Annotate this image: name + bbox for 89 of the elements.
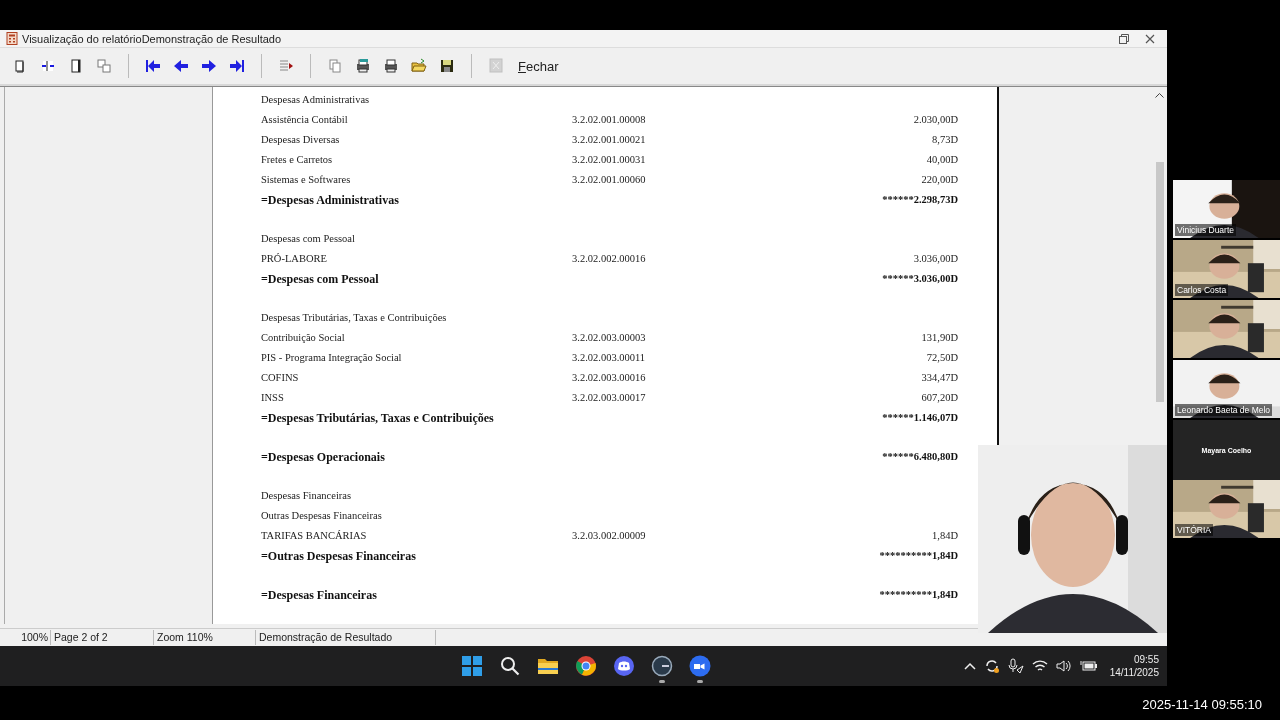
account-name: PRÓ-LABORE: [261, 252, 328, 266]
speaker-icon: [1055, 659, 1072, 673]
account-name: INSS: [261, 391, 285, 405]
account-code: 3.2.02.002.00016: [572, 252, 647, 266]
group-total-label: =Despesas Operacionais: [261, 449, 386, 466]
first-page-icon: [145, 58, 161, 74]
zoom-percent: 100%: [0, 630, 51, 645]
account-name: Assistência Contábil: [261, 113, 349, 127]
account-code: 3.2.02.003.00017: [572, 391, 647, 405]
account-name: Despesas Diversas: [261, 133, 341, 147]
fit-width-icon: [40, 58, 56, 74]
folder-icon: [411, 58, 427, 74]
account-value: 3.036,00D: [912, 252, 958, 266]
account-value: 131,90D: [920, 331, 958, 345]
go-to-icon: [278, 58, 294, 74]
running-indicator: [697, 680, 703, 683]
recording-timestamp: 2025-11-14 09:55:10: [1142, 697, 1263, 714]
total-value: ******1.146,07D: [881, 411, 958, 425]
printer-icon: [383, 58, 399, 74]
clock-date: 14/11/2025: [1109, 666, 1159, 679]
account-value: 220,00D: [920, 173, 958, 187]
account-value: 40,00D: [925, 153, 958, 167]
window-title: Visualização do relatórioDemonstração de Resultado: [22, 32, 282, 45]
full-page-icon: [68, 58, 84, 74]
account-name: Sistemas e Softwares: [261, 173, 352, 187]
calculator-icon: [6, 32, 18, 45]
account-code: 3.2.02.003.00003: [572, 331, 647, 345]
total-value: ******3.036,00D: [881, 272, 958, 286]
group-heading: Despesas com Pessoal: [261, 232, 356, 246]
group-total-label: =Despesas Administrativas: [261, 192, 400, 209]
printer-setup-icon: [355, 58, 371, 74]
account-code: 3.2.02.001.00031: [572, 153, 647, 167]
account-value: 1,84D: [931, 529, 958, 543]
running-indicator: [659, 680, 665, 683]
zoom-level: Zoom 110%: [154, 630, 256, 645]
video-camera-icon: [688, 654, 712, 678]
group-total-label: =Outras Despesas Financeiras: [261, 548, 417, 565]
previous-page-icon: [173, 58, 189, 74]
account-name: Contribuição Social: [261, 331, 346, 345]
account-name: COFINS: [261, 371, 300, 385]
account-name: PIS - Programa Integração Social: [261, 351, 403, 365]
total-value: ******6.480,80D: [881, 450, 958, 464]
restore-icon: [1119, 33, 1129, 44]
group-total-label: =Despesas com Pessoal: [261, 271, 380, 288]
account-name: TARIFAS BANCÁRIAS: [261, 529, 368, 543]
participant-name: Vinicius Duarte: [1175, 224, 1236, 236]
page-indicator: Page 2 of 2: [51, 630, 154, 645]
account-code: 3.2.02.001.00060: [572, 173, 647, 187]
group-total-label: =Despesas Tributárias, Taxas e Contribuições: [261, 410, 495, 427]
sync-icon: [983, 658, 1000, 674]
total-value: **********1,84D: [878, 549, 958, 563]
account-value: 8,73D: [931, 133, 958, 147]
search-icon: [498, 654, 522, 678]
battery-icon: [1079, 660, 1098, 672]
scroll-up-icon: [1155, 92, 1164, 98]
participant-name: Carlos Costa: [1175, 284, 1229, 296]
account-value: 607,20D: [920, 391, 958, 405]
total-value: ******2.298,73D: [881, 193, 958, 207]
group-heading: Despesas Financeiras: [261, 489, 353, 503]
microphone-icon: [1007, 658, 1024, 674]
account-code: 3.2.02.003.00011: [572, 351, 647, 365]
account-code: 3.2.02.001.00021: [572, 133, 647, 147]
export-icon: [488, 58, 504, 74]
account-name: Fretes e Carretos: [261, 153, 334, 167]
wifi-icon: [1031, 659, 1048, 673]
account-value: 2.030,00D: [912, 113, 958, 127]
group-heading: Outras Despesas Financeiras: [261, 509, 383, 523]
windows-icon: [460, 654, 484, 678]
copy-icon: [327, 58, 343, 74]
total-value: **********1,84D: [878, 588, 958, 602]
group-total-label: =Despesas Financeiras: [261, 587, 378, 604]
report-name: Demonstração de Resultado: [256, 630, 436, 645]
last-page-icon: [229, 58, 245, 74]
participant-name: Leonardo Baeta de Melo: [1175, 404, 1273, 416]
next-page-icon: [201, 58, 217, 74]
clock-time: 09:55: [1133, 653, 1159, 666]
group-heading: Despesas Administrativas: [261, 93, 371, 107]
account-value: 72,50D: [925, 351, 958, 365]
account-code: 3.2.02.003.00016: [572, 371, 647, 385]
group-heading: Despesas Tributárias, Taxas e Contribuições: [261, 311, 448, 325]
account-code: 3.2.02.001.00008: [572, 113, 647, 127]
account-value: 334,47D: [920, 371, 958, 385]
account-code: 3.2.03.002.00009: [572, 529, 647, 543]
participant-name: VITÓRIA: [1175, 524, 1213, 536]
close-icon: [1145, 33, 1155, 44]
close-report-button[interactable]: Fechar: [510, 54, 567, 78]
chevron-up-icon: [963, 662, 976, 670]
pages-icon: [96, 58, 112, 74]
browser-icon: [574, 654, 598, 678]
